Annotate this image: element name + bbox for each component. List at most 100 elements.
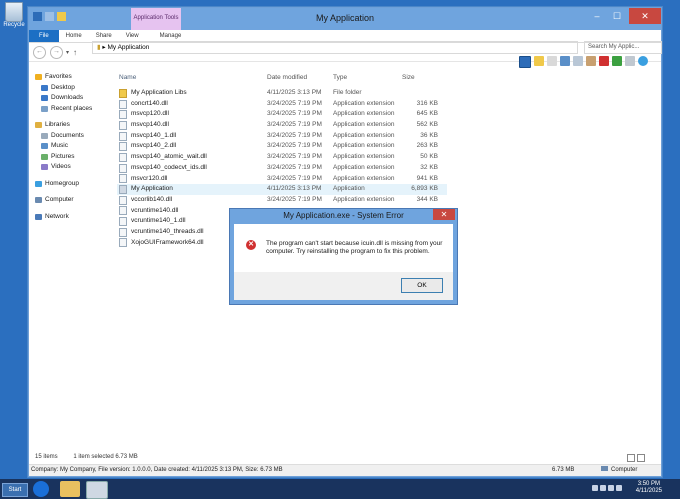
check-icon[interactable] bbox=[612, 56, 622, 66]
file-date: 3/24/2025 7:19 PM bbox=[267, 174, 322, 182]
file-name-label: My Application Libs bbox=[131, 89, 187, 96]
nav-videos[interactable]: Videos bbox=[35, 162, 115, 173]
nav-label: Libraries bbox=[45, 121, 70, 128]
view-toggles bbox=[627, 452, 645, 462]
column-name[interactable]: Name bbox=[117, 72, 267, 83]
dll-file-icon bbox=[119, 163, 127, 173]
nav-downloads[interactable]: Downloads bbox=[35, 93, 115, 104]
file-row[interactable]: msvcp140.dll 3/24/2025 7:19 PM Application… bbox=[117, 120, 447, 131]
file-row[interactable]: msvcp120.dll 3/24/2025 7:19 PM Application… bbox=[117, 109, 447, 120]
details-view-icon[interactable] bbox=[627, 454, 635, 462]
nav-pictures[interactable]: Pictures bbox=[35, 152, 115, 163]
volume-icon[interactable] bbox=[616, 485, 622, 491]
nav-music[interactable]: Music bbox=[35, 141, 115, 152]
dialog-close-button[interactable]: ✕ bbox=[433, 209, 455, 220]
file-name: msvcr120.dll bbox=[117, 174, 267, 185]
nav-label: Pictures bbox=[51, 152, 75, 160]
system-tray bbox=[592, 485, 628, 493]
paste-icon[interactable] bbox=[586, 56, 596, 66]
file-size: 562 KB bbox=[416, 121, 438, 129]
file-name-label: XojoGUIFramework64.dll bbox=[131, 238, 204, 246]
internet-explorer-icon[interactable] bbox=[33, 481, 49, 497]
ok-button[interactable]: OK bbox=[401, 278, 443, 293]
address-bar[interactable]: ▮ ▸ My Application bbox=[92, 41, 578, 54]
dialog-footer: OK bbox=[234, 272, 453, 300]
cut-icon[interactable] bbox=[560, 56, 570, 66]
tray-up-icon[interactable] bbox=[592, 485, 598, 491]
nav-label: Music bbox=[51, 142, 68, 149]
nav-favorites[interactable]: Favorites bbox=[35, 72, 115, 83]
file-row[interactable]: msvcp140_codecvt_ids.dll 3/24/2025 7:19 P… bbox=[117, 163, 447, 174]
close-button[interactable]: ✕ bbox=[629, 8, 661, 24]
nav-homegroup[interactable]: Homegroup bbox=[35, 179, 115, 190]
details-location-label: Computer bbox=[611, 467, 638, 473]
file-name-label: vcruntime140_threads.dll bbox=[131, 227, 204, 235]
dll-file-icon bbox=[119, 195, 127, 205]
nav-label: Computer bbox=[45, 196, 74, 203]
column-type[interactable]: Type bbox=[333, 72, 396, 83]
pictures-icon bbox=[41, 153, 48, 160]
file-name-label: msvcp140_atomic_wait.dll bbox=[131, 153, 207, 161]
libraries-icon bbox=[35, 122, 42, 129]
file-date: 3/24/2025 7:19 PM bbox=[267, 195, 322, 203]
file-row[interactable]: msvcp140_atomic_wait.dll 3/24/2025 7:19 P… bbox=[117, 152, 447, 163]
recycle-bin-label: Recycle bbox=[3, 22, 25, 28]
view-pane-icon[interactable] bbox=[519, 56, 531, 68]
start-button[interactable]: Start bbox=[2, 483, 28, 497]
properties-icon[interactable] bbox=[547, 56, 557, 66]
details-bar: Company: My Company, File version: 1.0.0… bbox=[29, 464, 661, 476]
flag-icon[interactable] bbox=[600, 485, 606, 491]
file-row[interactable]: vccorlib140.dll 3/24/2025 7:19 PM Applicat… bbox=[117, 195, 447, 206]
nav-documents[interactable]: Documents bbox=[35, 131, 115, 142]
maximize-button[interactable]: ☐ bbox=[607, 8, 627, 24]
file-date: 3/24/2025 7:19 PM bbox=[267, 99, 322, 107]
nav-label: Network bbox=[45, 212, 69, 220]
file-row[interactable]: msvcp140_2.dll 3/24/2025 7:19 PM Applicati… bbox=[117, 141, 447, 152]
nav-network[interactable]: Network bbox=[35, 212, 115, 223]
nav-desktop[interactable]: Desktop bbox=[35, 83, 115, 94]
file-row[interactable]: concrt140.dll 3/24/2025 7:19 PM Applicatio… bbox=[117, 99, 447, 110]
details-location: Computer bbox=[601, 465, 637, 476]
up-button[interactable]: ↑ bbox=[73, 48, 77, 57]
dialog-title: My Application.exe - System Error bbox=[283, 211, 404, 220]
large-icons-view-icon[interactable] bbox=[637, 454, 645, 462]
file-row[interactable]: msvcr120.dll 3/24/2025 7:19 PM Application… bbox=[117, 174, 447, 185]
network-tray-icon[interactable] bbox=[608, 485, 614, 491]
nav-computer[interactable]: Computer bbox=[35, 195, 115, 206]
documents-icon bbox=[41, 132, 48, 139]
back-button[interactable]: ← bbox=[33, 45, 46, 59]
clock[interactable]: 3:50 PM 4/11/2025 bbox=[636, 481, 662, 495]
forward-button[interactable]: → bbox=[50, 45, 63, 59]
folder-icon: ▮ bbox=[97, 44, 101, 51]
file-row[interactable]: msvcp140_1.dll 3/24/2025 7:19 PM Applicati… bbox=[117, 131, 447, 142]
recycle-bin-icon[interactable]: Recycle bbox=[2, 2, 26, 28]
window-titlebar[interactable]: Application Tools My Application – ☐ ✕ bbox=[29, 8, 661, 30]
file-size: 645 KB bbox=[416, 110, 438, 118]
globe-icon[interactable] bbox=[638, 56, 648, 66]
file-row[interactable]: My Application Libs 4/11/2025 3:13 PM File… bbox=[117, 88, 447, 99]
file-row[interactable]: My Application 4/11/2025 3:13 PM Applicati… bbox=[117, 184, 447, 195]
nav-recent-places[interactable]: Recent places bbox=[35, 104, 115, 115]
copy-icon[interactable] bbox=[573, 56, 583, 66]
file-name-label: msvcr120.dll bbox=[131, 174, 168, 182]
details-size: 6.73 MB bbox=[552, 467, 575, 473]
new-folder-icon[interactable] bbox=[534, 56, 544, 66]
nav-label: Downloads bbox=[51, 94, 84, 101]
file-name: My Application Libs bbox=[117, 88, 267, 99]
minimize-button[interactable]: – bbox=[587, 8, 607, 24]
search-input[interactable]: Search My Applic... bbox=[584, 41, 662, 54]
nav-libraries[interactable]: Libraries bbox=[35, 120, 115, 131]
column-date[interactable]: Date modified bbox=[267, 72, 333, 83]
file-name: My Application bbox=[117, 184, 267, 195]
file-name-label: concrt140.dll bbox=[131, 99, 168, 107]
tab-file[interactable]: File bbox=[29, 30, 59, 42]
item-count: 15 items bbox=[35, 454, 58, 460]
column-size[interactable]: Size bbox=[396, 72, 444, 83]
recent-locations-icon[interactable]: ▾ bbox=[66, 49, 69, 56]
tab-home[interactable]: Home bbox=[59, 30, 89, 42]
file-explorer-icon[interactable] bbox=[60, 481, 80, 497]
delete-icon[interactable] bbox=[599, 56, 609, 66]
desktop-icon bbox=[41, 84, 48, 91]
email-icon[interactable] bbox=[625, 56, 635, 66]
my-application-taskbar-icon[interactable] bbox=[86, 481, 108, 499]
